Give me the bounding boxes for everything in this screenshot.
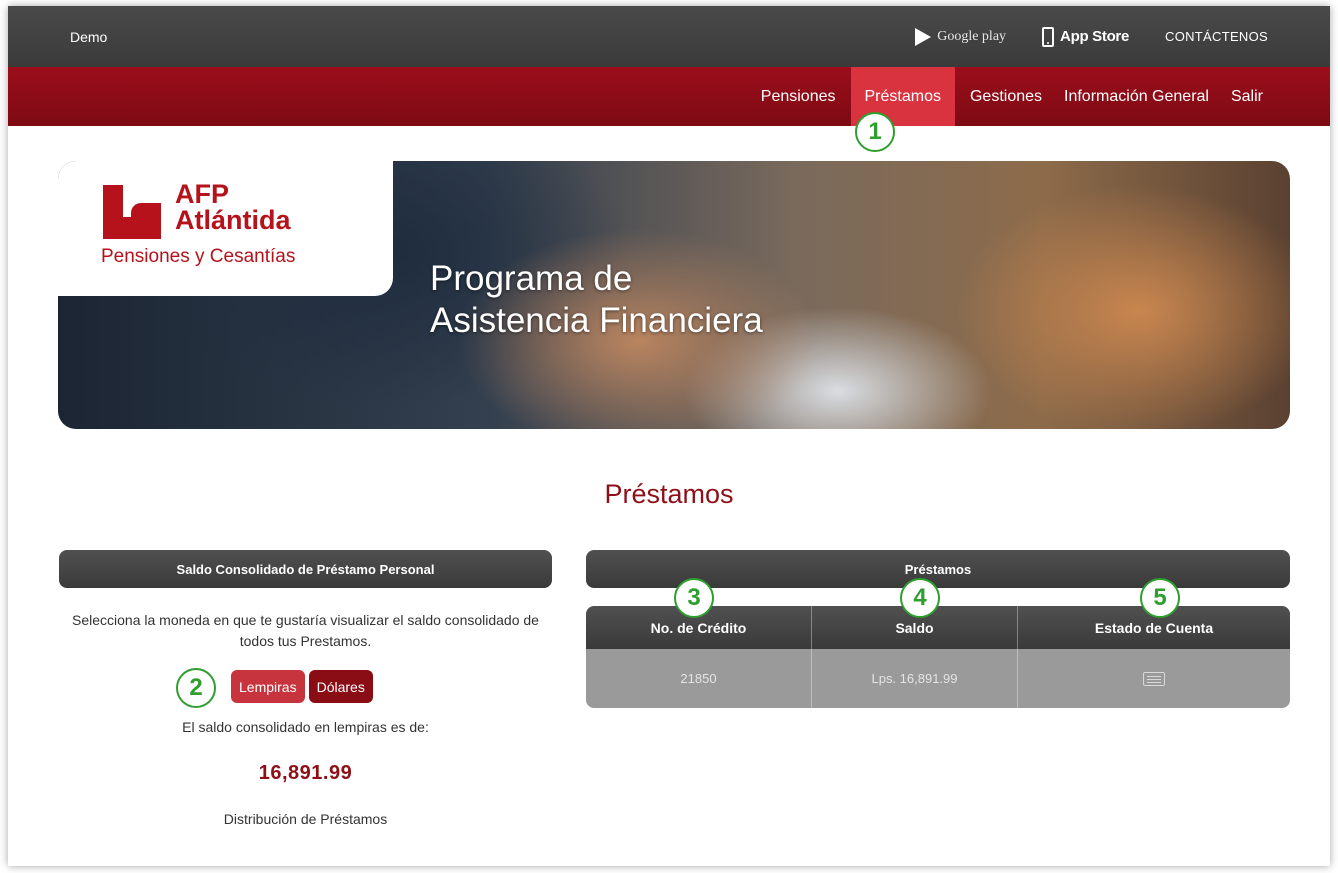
- statement-cell: [1018, 649, 1290, 708]
- logo-title: AFP Atlántida: [175, 179, 291, 235]
- statement-icon[interactable]: [1143, 671, 1165, 686]
- saldo-consolidado-header: Saldo Consolidado de Préstamo Personal: [59, 550, 552, 588]
- google-play-label: Google play: [937, 28, 1007, 44]
- contact-link[interactable]: CONTÁCTENOS: [1165, 29, 1268, 44]
- app-store-link[interactable]: App Store: [1042, 26, 1130, 47]
- distribution-label: Distribución de Préstamos: [223, 811, 388, 827]
- dolares-button[interactable]: Dólares: [308, 670, 373, 703]
- browser-frame: Demo Google play App Store CONTÁCTENOS P…: [8, 6, 1330, 866]
- currency-selector: Lempiras Dólares: [231, 670, 373, 703]
- callout-3: 3: [674, 578, 714, 618]
- logo: AFP Atlántida Pensiones y Cesantías: [58, 161, 393, 296]
- hero-banner: AFP Atlántida Pensiones y Cesantías Prog…: [58, 161, 1290, 429]
- saldo-total: 16,891.99: [258, 762, 353, 784]
- afp-logo-icon: [103, 185, 163, 245]
- nav-item-informacion-general[interactable]: Información General: [1053, 67, 1220, 126]
- credit-number-cell: 21850: [586, 649, 812, 708]
- brand-label: Demo: [70, 28, 108, 45]
- nav-item-salir[interactable]: Salir: [1220, 67, 1274, 126]
- loans-table: No. de Crédito Saldo Estado de Cuenta 21…: [586, 606, 1290, 708]
- callout-4: 4: [900, 578, 940, 618]
- nav-item-pensiones[interactable]: Pensiones: [750, 67, 847, 126]
- app-store-label: App Store: [1060, 28, 1130, 45]
- phone-icon: [1042, 26, 1055, 47]
- lempiras-button[interactable]: Lempiras: [231, 670, 305, 703]
- banner-title: Programa de Asistencia Financiera: [430, 259, 763, 340]
- logo-subtitle: Pensiones y Cesantías: [101, 246, 296, 267]
- callout-1: 1: [855, 112, 895, 152]
- callout-2: 2: [176, 668, 216, 708]
- top-bar: Demo Google play App Store CONTÁCTENOS: [8, 6, 1330, 67]
- currency-instructions: Selecciona la moneda en que te gustaría …: [72, 612, 539, 649]
- google-play-link[interactable]: Google play: [915, 27, 1007, 46]
- page-title: Préstamos: [604, 479, 734, 509]
- main-nav: Pensiones Préstamos Gestiones Informació…: [8, 67, 1330, 126]
- google-play-icon: [915, 27, 932, 46]
- table-row: 21850 Lps. 16,891.99: [586, 649, 1290, 708]
- callout-5: 5: [1140, 578, 1180, 618]
- saldo-label: El saldo consolidado en lempiras es de:: [182, 719, 429, 735]
- nav-item-gestiones[interactable]: Gestiones: [959, 67, 1053, 126]
- saldo-cell: Lps. 16,891.99: [812, 649, 1018, 708]
